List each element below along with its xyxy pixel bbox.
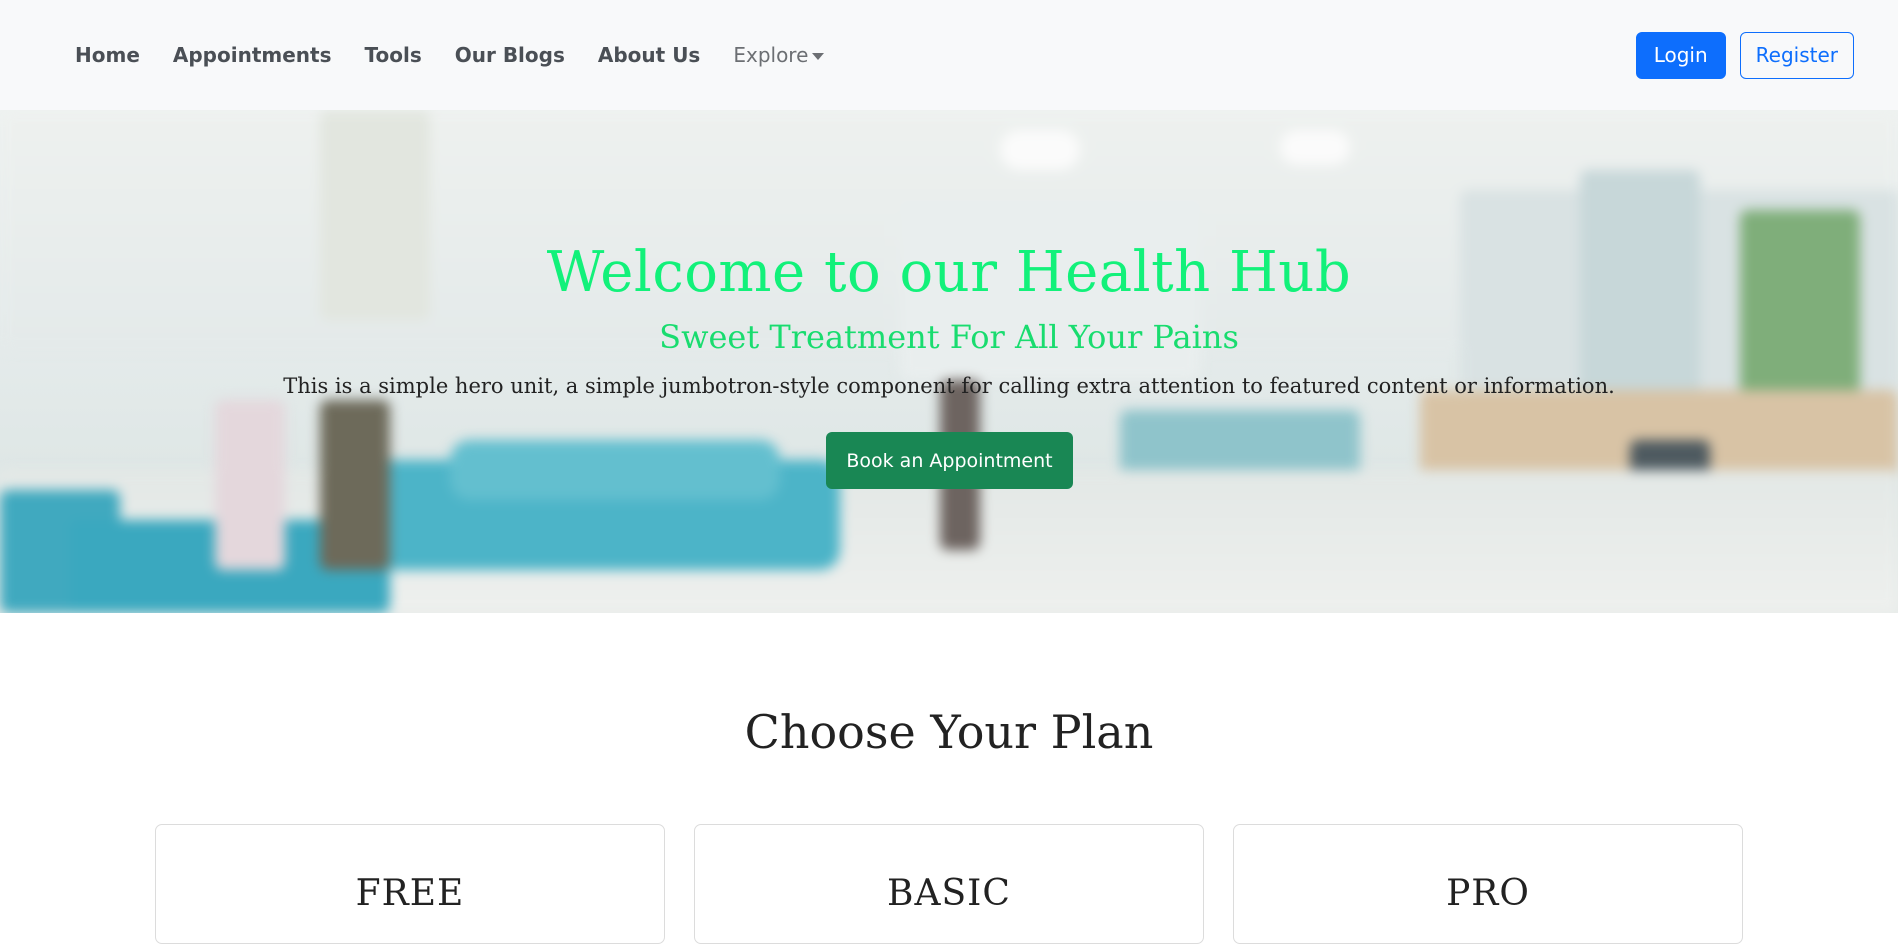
nav-links: Home Appointments Tools Our Blogs About … xyxy=(75,43,857,67)
plan-name: PRO xyxy=(1446,873,1530,914)
plan-card-basic: BASIC xyxy=(694,824,1204,944)
auth-buttons: Login Register xyxy=(1635,31,1854,79)
plan-card-pro: PRO xyxy=(1233,824,1743,944)
hero-title: Welcome to our Health Hub xyxy=(546,240,1352,305)
nav-link-appointments[interactable]: Appointments xyxy=(173,43,332,67)
login-button[interactable]: Login xyxy=(1635,31,1726,79)
hero-section: Welcome to our Health Hub Sweet Treatmen… xyxy=(0,110,1898,613)
register-button[interactable]: Register xyxy=(1739,31,1854,79)
hero-content: Welcome to our Health Hub Sweet Treatmen… xyxy=(0,110,1898,613)
hero-description: This is a simple hero unit, a simple jum… xyxy=(283,374,1615,398)
plan-name: BASIC xyxy=(887,873,1011,914)
plan-card-free: FREE xyxy=(155,824,665,944)
nav-dropdown-explore[interactable]: Explore xyxy=(733,43,825,67)
hero-subtitle: Sweet Treatment For All Your Pains xyxy=(659,318,1239,356)
plan-name: FREE xyxy=(355,873,465,914)
nav-link-tools[interactable]: Tools xyxy=(365,43,422,67)
navbar: Home Appointments Tools Our Blogs About … xyxy=(0,0,1898,110)
nav-link-home[interactable]: Home xyxy=(75,43,140,67)
book-appointment-button[interactable]: Book an Appointment xyxy=(826,432,1073,489)
caret-down-icon xyxy=(812,52,825,60)
nav-dropdown-label: Explore xyxy=(733,43,809,67)
nav-link-about-us[interactable]: About Us xyxy=(598,43,700,67)
plans-title: Choose Your Plan xyxy=(744,705,1154,759)
nav-link-our-blogs[interactable]: Our Blogs xyxy=(455,43,565,67)
